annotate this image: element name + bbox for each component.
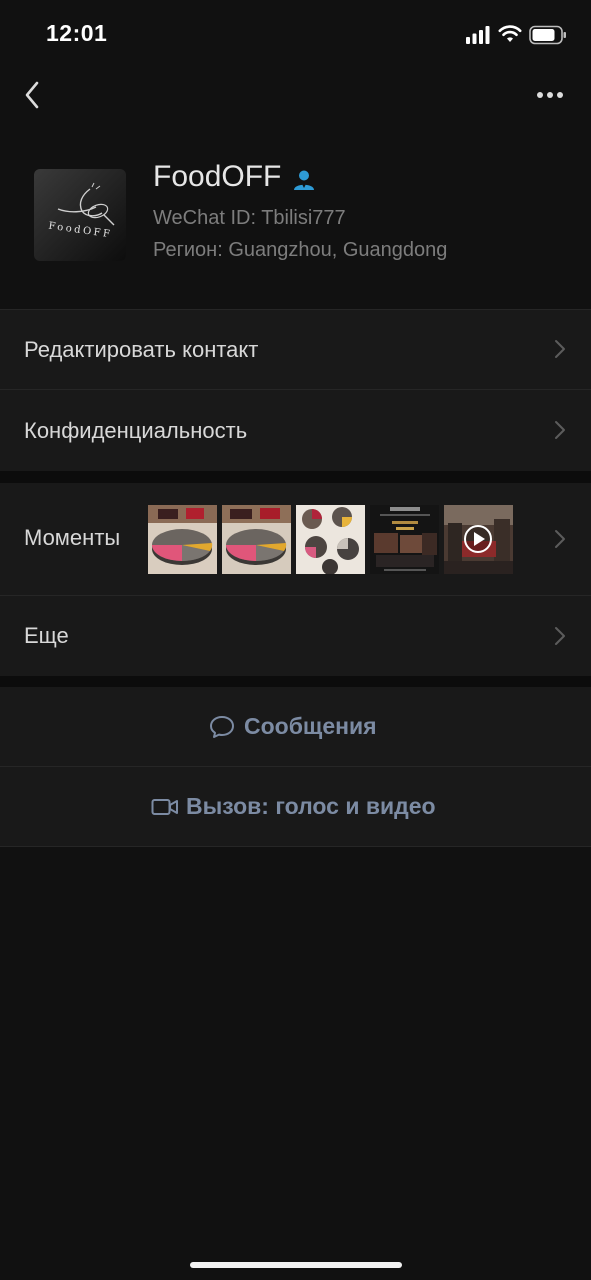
privacy-row[interactable]: Конфиденциальность bbox=[0, 390, 591, 471]
chevron-right-icon bbox=[555, 627, 565, 645]
more-row[interactable]: Еще bbox=[0, 596, 591, 676]
chevron-left-icon[interactable] bbox=[18, 78, 48, 112]
edit-contact-row[interactable]: Редактировать контакт bbox=[0, 310, 591, 389]
foodoff-logo-icon: FoodOFF bbox=[48, 182, 115, 241]
section-gap bbox=[0, 471, 591, 483]
svg-text:FoodOFF: FoodOFF bbox=[48, 221, 113, 241]
contact-name: FoodOFF bbox=[153, 160, 282, 193]
status-time: 12:01 bbox=[46, 20, 108, 46]
messages-label: Сообщения bbox=[244, 713, 377, 739]
more-label: Еще bbox=[24, 623, 69, 648]
section-gap bbox=[0, 676, 591, 687]
home-indicator[interactable] bbox=[190, 1262, 402, 1268]
moment-thumbnail[interactable] bbox=[222, 505, 291, 574]
privacy-label: Конфиденциальность bbox=[24, 418, 248, 443]
status-bar: 12:01 bbox=[0, 0, 591, 70]
moment-video-thumbnail[interactable] bbox=[444, 505, 513, 574]
chevron-right-icon bbox=[555, 530, 565, 548]
contact-profile-screen: 12:01 FoodOFF FoodOFF WeChat ID: Tbilisi… bbox=[0, 0, 591, 1280]
moment-thumbnail[interactable] bbox=[370, 505, 439, 574]
chevron-right-icon bbox=[555, 340, 565, 358]
cellular-signal-icon bbox=[466, 26, 490, 44]
divider bbox=[0, 846, 591, 847]
person-badge-icon bbox=[294, 170, 314, 190]
wifi-icon bbox=[498, 25, 522, 42]
call-label: Вызов: голос и видео bbox=[186, 793, 436, 819]
moment-thumbnail[interactable] bbox=[148, 505, 217, 574]
video-camera-icon bbox=[151, 799, 178, 815]
voice-video-call-button[interactable]: Вызов: голос и видео bbox=[0, 767, 591, 846]
region: Регион: Guangzhou, Guangdong bbox=[153, 239, 448, 261]
moments-label: Моменты bbox=[24, 525, 121, 550]
ellipsis-icon[interactable] bbox=[532, 82, 568, 108]
avatar[interactable]: FoodOFF bbox=[34, 169, 126, 261]
messages-button[interactable]: Сообщения bbox=[0, 687, 591, 766]
edit-contact-label: Редактировать контакт bbox=[24, 337, 259, 362]
chat-bubble-icon bbox=[210, 716, 234, 738]
moment-thumbnail[interactable] bbox=[296, 505, 365, 574]
moments-row[interactable]: Моменты bbox=[0, 483, 591, 595]
wechat-id: WeChat ID: Tbilisi777 bbox=[153, 207, 346, 229]
battery-icon bbox=[529, 25, 566, 45]
chevron-right-icon bbox=[555, 421, 565, 439]
